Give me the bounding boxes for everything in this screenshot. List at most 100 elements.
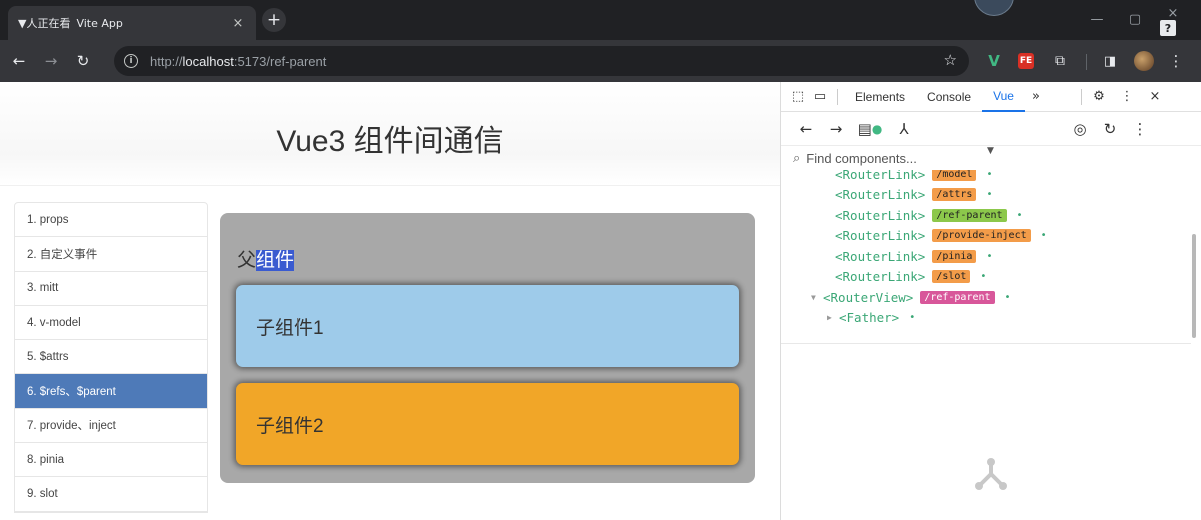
route-badge: /slot xyxy=(932,270,971,284)
target-icon[interactable]: ◎ xyxy=(1065,114,1095,144)
profile-overlay-icon xyxy=(974,0,1014,16)
info-icon[interactable]: i xyxy=(124,54,138,68)
tree-component-tag: <RouterLink> xyxy=(835,248,926,264)
tree-row[interactable]: ▶ <Father> • xyxy=(827,308,915,329)
tree-dot-icon: • xyxy=(986,189,993,201)
tree-dot-icon: • xyxy=(1004,291,1011,303)
father-title: 父组件 xyxy=(237,245,295,272)
tree-dot-icon: • xyxy=(986,170,993,180)
empty-state-tree-icon xyxy=(975,458,1007,490)
component-tree: <RouterLink>/model • <RouterLink>/attrs • <R… xyxy=(781,170,1191,344)
menu-item-provide-inject[interactable]: 7. provide、inject xyxy=(15,409,207,444)
url-path: :5173/ref-parent xyxy=(233,53,327,69)
route-badge: /ref-parent xyxy=(920,290,995,304)
browser-tab-bar: ▼人正在看 Vite App × + — ▢ × ? xyxy=(0,0,1201,40)
father-component: 父组件 子组件1 子组件2 xyxy=(220,213,755,483)
close-icon[interactable]: × xyxy=(230,15,246,31)
settings-icon[interactable]: ⚙ xyxy=(1088,86,1110,108)
more-tabs-icon[interactable]: » xyxy=(1025,86,1047,108)
father-title-selected: 组件 xyxy=(256,250,295,271)
side-panel-icon[interactable]: ◨ xyxy=(1100,51,1120,71)
menu-item-props[interactable]: 1. props xyxy=(15,203,207,238)
inspect-element-icon[interactable]: ⬚ xyxy=(787,86,809,108)
tab-elements[interactable]: Elements xyxy=(844,82,916,112)
url-text: http://localhost:5173/ref-parent xyxy=(150,54,326,69)
forward-button[interactable]: → xyxy=(38,48,64,74)
vue-more-icon[interactable]: ⋮ xyxy=(1125,114,1155,144)
tree-component-tag: <RouterLink> xyxy=(835,170,926,182)
menu-item-v-model[interactable]: 4. v-model xyxy=(15,306,207,341)
url-protocol: http:// xyxy=(150,53,183,69)
vue-devtools-toolbar: ← → ▤ ● ⅄ ◎ ↻ ⋮ xyxy=(781,112,1201,146)
tree-row[interactable]: <RouterLink> /attrs • xyxy=(823,185,992,206)
back-button[interactable]: ← xyxy=(6,48,32,74)
vue-devtools-extension-icon[interactable]: V xyxy=(984,51,1004,71)
devtools-close-icon[interactable]: × xyxy=(1144,86,1166,108)
tree-component-tag: <RouterLink> xyxy=(835,187,926,203)
browser-tab-active[interactable]: ▼人正在看 Vite App × xyxy=(8,6,256,40)
url-host: localhost xyxy=(182,53,234,69)
route-badge: /ref-parent xyxy=(932,208,1007,222)
search-input[interactable] xyxy=(806,150,1007,166)
menu-item-pinia[interactable]: 8. pinia xyxy=(15,443,207,478)
collapse-arrow-icon[interactable]: ▶ xyxy=(827,313,839,322)
tree-row[interactable]: <RouterLink> /ref-parent • xyxy=(823,205,1023,226)
component-tree-icon[interactable]: ⅄ xyxy=(889,114,919,144)
devtools-panel: ⬚ ▭ Elements Console Vue » ⚙ ⋮ × ← → ▤ ● … xyxy=(780,82,1201,520)
tree-dot-icon: • xyxy=(1016,209,1023,221)
tree-component-tag: <RouterLink> xyxy=(835,269,926,285)
minimize-icon[interactable]: — xyxy=(1086,8,1108,30)
tree-dot-icon: • xyxy=(986,250,993,262)
tree-component-tag: <Father> xyxy=(839,310,900,326)
fe-extension-icon[interactable]: FE xyxy=(1018,53,1034,69)
page-header: Vue3 组件间通信 xyxy=(0,82,780,186)
tree-scrollbar[interactable] xyxy=(1192,234,1196,338)
toolbar-divider xyxy=(1086,54,1087,70)
tree-component-tag: <RouterLink> xyxy=(835,207,926,223)
restore-icon[interactable]: ▢ xyxy=(1124,8,1146,30)
route-badge: /pinia xyxy=(932,249,977,263)
menu-item-custom-event[interactable]: 2. 自定义事件 xyxy=(15,237,207,272)
timeline-icon[interactable]: ▤ ● xyxy=(855,114,885,144)
tree-row[interactable]: <RouterLink> /provide-inject • xyxy=(823,226,1047,247)
devtools-tab-bar: ⬚ ▭ Elements Console Vue » ⚙ ⋮ × xyxy=(781,82,1201,112)
route-badge: /attrs xyxy=(932,188,977,202)
page-viewport: Vue3 组件间通信 1. props 2. 自定义事件 3. mitt 4. … xyxy=(0,82,780,520)
chevron-down-icon[interactable]: ▼ xyxy=(987,146,994,156)
expand-arrow-icon[interactable]: ▼ xyxy=(811,293,823,302)
devtools-menu-icon[interactable]: ⋮ xyxy=(1116,86,1138,108)
tree-row[interactable]: <RouterLink> /slot • xyxy=(823,267,986,288)
browser-toolbar: ← → ↻ i http://localhost:5173/ref-parent… xyxy=(0,40,1201,82)
menu-item-attrs[interactable]: 5. $attrs xyxy=(15,340,207,375)
reload-button[interactable]: ↻ xyxy=(70,48,96,74)
tab-vue[interactable]: Vue xyxy=(982,82,1025,112)
father-title-prefix: 父 xyxy=(237,250,257,271)
tab-title: Vite App xyxy=(76,16,123,30)
menu-item-mitt[interactable]: 3. mitt xyxy=(15,272,207,306)
profile-avatar[interactable] xyxy=(1134,51,1154,71)
browser-menu-icon[interactable]: ⋮ xyxy=(1166,51,1186,71)
menu-item-slot[interactable]: 9. slot xyxy=(15,477,207,512)
vue-forward-icon[interactable]: → xyxy=(821,114,851,144)
component-search: ⌕ ▼ xyxy=(781,146,1201,170)
bookmark-star-icon[interactable]: ☆ xyxy=(944,51,957,69)
tree-row[interactable]: <RouterLink> /model • xyxy=(823,170,992,185)
tab-console[interactable]: Console xyxy=(916,82,982,112)
extensions-puzzle-icon[interactable]: ⧉ xyxy=(1050,51,1070,71)
tree-row[interactable]: ▼ <RouterView> /ref-parent • xyxy=(811,287,1011,308)
tree-dot-icon: • xyxy=(980,271,987,283)
menu-item-refs-parent[interactable]: 6. $refs、$parent xyxy=(15,374,207,409)
page-title: Vue3 组件间通信 xyxy=(276,125,504,158)
tree-row[interactable]: <RouterLink> /pinia • xyxy=(823,246,992,267)
help-icon: ? xyxy=(1160,20,1176,36)
address-bar[interactable]: i http://localhost:5173/ref-parent ☆ xyxy=(114,46,969,76)
device-toolbar-icon[interactable]: ▭ xyxy=(809,86,831,108)
route-badge: /provide-inject xyxy=(932,229,1031,243)
tree-dot-icon: • xyxy=(1040,230,1047,242)
vue-back-icon[interactable]: ← xyxy=(791,114,821,144)
tree-component-tag: <RouterView> xyxy=(823,289,914,305)
search-icon: ⌕ xyxy=(793,150,801,166)
new-tab-button[interactable]: + xyxy=(262,8,286,32)
child-component-2: 子组件2 xyxy=(236,383,739,465)
vue-refresh-icon[interactable]: ↻ xyxy=(1095,114,1125,144)
